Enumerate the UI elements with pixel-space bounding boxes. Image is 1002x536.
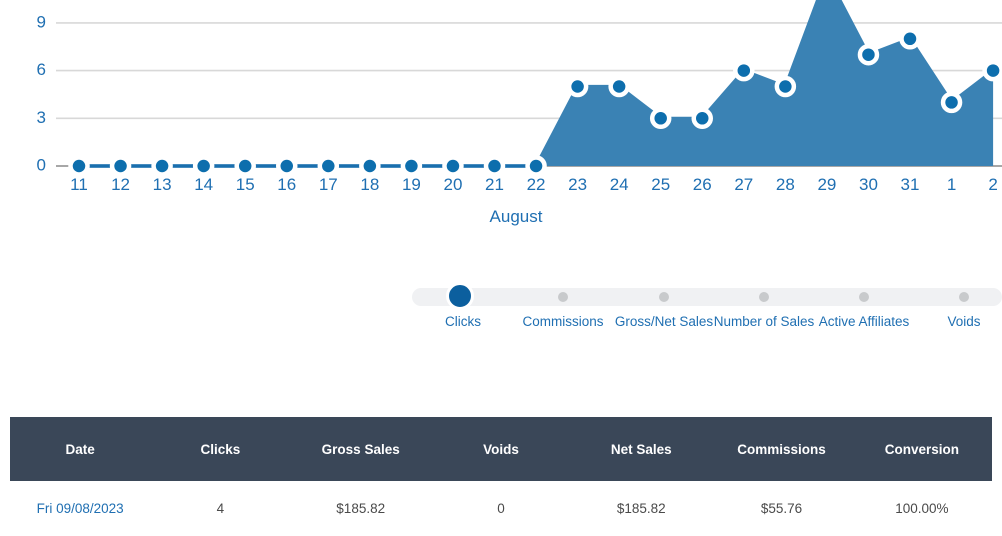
date-link[interactable]: Fri 09/08/2023 [37,501,124,516]
data-point[interactable] [192,155,215,177]
x-tick-label: 14 [194,175,213,194]
data-point[interactable] [899,28,921,50]
column-header-net-sales[interactable]: Net Sales [571,417,712,481]
slider-stop[interactable] [659,292,669,302]
data-point[interactable] [400,155,423,177]
y-tick-label: 6 [37,60,46,79]
slider-stop[interactable] [959,292,969,302]
x-tick-label: 24 [610,175,629,194]
cell-voids: 0 [430,481,572,536]
y-tick-label: 9 [37,12,46,31]
cell-conversion: 100.00% [851,481,992,536]
x-tick-label: 27 [734,175,753,194]
data-point[interactable] [940,91,963,114]
data-point[interactable] [774,75,797,98]
x-tick-label: 20 [443,175,462,194]
data-point[interactable] [109,155,132,177]
x-tick-label: 23 [568,175,587,194]
x-tick-label: 25 [651,175,670,194]
x-tick-label: 22 [527,175,546,194]
data-point[interactable] [566,75,589,98]
x-tick-label: 11 [70,175,88,194]
data-point[interactable] [691,107,713,130]
table-row: Fri 09/08/2023 4 $185.82 0 $185.82 $55.7… [10,481,992,536]
slider-handle[interactable] [446,282,474,310]
cell-clicks: 4 [150,481,291,536]
x-tick-label: 18 [360,175,379,194]
x-tick-label: 13 [153,175,172,194]
column-header-commissions[interactable]: Commissions [711,417,852,481]
x-tick-label: 15 [236,175,255,194]
metric-selector-slider[interactable]: Clicks Commissions Gross/Net Sales Number o… [412,282,1002,365]
column-header-conversion[interactable]: Conversion [851,417,992,481]
data-point[interactable] [483,155,506,177]
data-point[interactable] [359,155,381,177]
x-tick-label: 21 [485,175,504,194]
column-header-date[interactable]: Date [10,417,151,481]
column-header-gross-sales[interactable]: Gross Sales [290,417,431,481]
area-fill [79,0,994,166]
x-tick-label: 26 [693,175,712,194]
slider-option-voids[interactable]: Voids [904,313,1002,330]
data-point[interactable] [525,155,547,177]
slider-stop[interactable] [859,292,869,302]
data-point[interactable] [982,59,1002,82]
table-header: Date Clicks Gross Sales Voids Net Sales … [10,417,992,481]
y-tick-label: 0 [37,155,46,174]
x-tick-label: 16 [277,175,296,194]
clicks-area-chart: 0 3 6 9 11 12 13 14 15 16 17 18 19 20 21 22 23 24 25 26 27 28… [0,0,1002,240]
affiliate-report-table: Date Clicks Gross Sales Voids Net Sales … [10,417,992,536]
data-point[interactable] [234,155,256,177]
x-tick-label: 29 [817,175,836,194]
x-tick-label: 19 [402,175,421,194]
x-axis-title: August [490,207,543,226]
chart-canvas: 036911 12 13 14 15 16 17 18 19 20 21 22 23 24 25 26 27 28… [37,0,1002,226]
x-tick-label: 31 [901,175,920,194]
data-point[interactable] [68,155,90,177]
table-header-row: Date Clicks Gross Sales Voids Net Sales … [10,417,992,481]
y-tick-label: 3 [37,108,46,127]
x-tick-label: 2 [988,175,997,194]
data-point[interactable] [649,107,672,130]
cell-commissions: $55.76 [711,481,852,536]
cell-net-sales: $185.82 [571,481,712,536]
cell-gross-sales: $185.82 [290,481,431,536]
x-tick-label: 12 [111,175,130,194]
column-header-clicks[interactable]: Clicks [150,417,291,481]
data-point[interactable] [733,59,755,82]
cell-date: Fri 09/08/2023 [10,481,151,536]
slider-stop[interactable] [759,292,769,302]
column-header-voids[interactable]: Voids [430,417,572,481]
x-tick-label: 1 [947,175,956,194]
data-point[interactable] [608,75,630,98]
table-body: Fri 09/08/2023 4 $185.82 0 $185.82 $55.7… [10,481,992,536]
data-point[interactable] [857,43,880,66]
slider-track[interactable] [412,288,1002,306]
x-tick-label: 30 [859,175,878,194]
data-point[interactable] [151,155,173,177]
data-point[interactable] [442,155,464,177]
data-point[interactable] [317,155,340,177]
slider-stop[interactable] [558,292,568,302]
data-point[interactable] [276,155,298,177]
x-tick-label: 17 [319,175,338,194]
x-tick-label: 28 [776,175,795,194]
